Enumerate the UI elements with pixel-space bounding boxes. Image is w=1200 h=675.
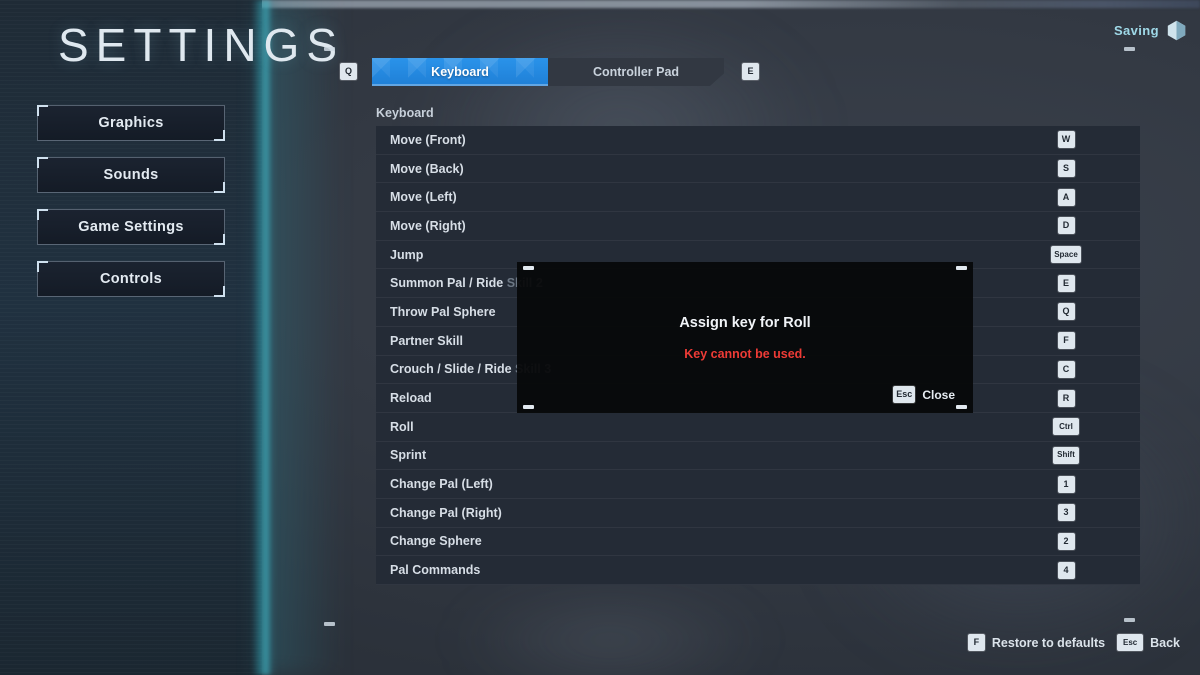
sidebar-item-label: Sounds bbox=[103, 167, 159, 183]
modal-error-message: Key cannot be used. bbox=[684, 347, 806, 361]
footer-actions: F Restore to defaults Esc Back bbox=[967, 634, 1180, 651]
table-row[interactable]: Change Sphere 2 bbox=[376, 527, 1140, 557]
binding-key-cell[interactable]: D bbox=[992, 217, 1140, 235]
binding-key-cell[interactable]: A bbox=[992, 188, 1140, 206]
binding-action-label: Move (Left) bbox=[390, 190, 457, 205]
sidebar-item-label: Graphics bbox=[98, 115, 164, 131]
sidebar-item-graphics[interactable]: Graphics bbox=[37, 105, 225, 141]
binding-key-cell[interactable]: 4 bbox=[992, 561, 1140, 579]
binding-action-label: Pal Commands bbox=[390, 563, 481, 578]
binding-action-label: Change Pal (Left) bbox=[390, 477, 493, 492]
sidebar-item-game-settings[interactable]: Game Settings bbox=[37, 209, 225, 245]
sidebar-item-label: Game Settings bbox=[78, 219, 184, 235]
binding-keycap: R bbox=[1057, 389, 1075, 407]
binding-keycap: F bbox=[1057, 332, 1075, 350]
binding-keycap: Ctrl bbox=[1053, 418, 1079, 436]
table-row[interactable]: Move (Back) S bbox=[376, 154, 1140, 184]
modal-corner-dash-bottom-left bbox=[523, 405, 534, 409]
binding-key-cell[interactable]: 1 bbox=[992, 475, 1140, 493]
binding-keycap: 3 bbox=[1057, 504, 1075, 522]
binding-action-label: Move (Back) bbox=[390, 161, 464, 176]
modal-corner-dash-top-right bbox=[956, 266, 967, 270]
binding-action-label: Roll bbox=[390, 419, 414, 434]
restore-to-defaults-button[interactable]: F Restore to defaults bbox=[967, 634, 1106, 651]
sidebar-item-label: Controls bbox=[99, 271, 162, 287]
binding-keycap: 2 bbox=[1057, 532, 1075, 550]
bindings-section-label: Keyboard bbox=[376, 106, 434, 120]
restore-key-hint: F bbox=[967, 634, 985, 651]
tab-controller-pad[interactable]: Controller Pad bbox=[548, 58, 724, 86]
tab-label: Keyboard bbox=[431, 65, 489, 79]
sidebar-item-controls[interactable]: Controls bbox=[37, 261, 225, 297]
binding-keycap: A bbox=[1057, 188, 1075, 206]
binding-key-cell[interactable]: Q bbox=[992, 303, 1140, 321]
modal-corner-dash-bottom-right bbox=[956, 405, 967, 409]
table-row[interactable]: Pal Commands 4 bbox=[376, 556, 1140, 585]
binding-keycap: Q bbox=[1057, 303, 1075, 321]
tab-keyboard[interactable]: Keyboard bbox=[372, 58, 548, 86]
table-row[interactable]: Change Pal (Right) 3 bbox=[376, 498, 1140, 528]
binding-action-label: Change Pal (Right) bbox=[390, 505, 502, 520]
modal-corner-dash-top-left bbox=[523, 266, 534, 270]
binding-key-cell[interactable]: 2 bbox=[992, 532, 1140, 550]
binding-key-cell[interactable]: 3 bbox=[992, 504, 1140, 522]
binding-keycap: Space bbox=[1051, 246, 1081, 264]
saving-indicator: Saving bbox=[1114, 20, 1186, 41]
binding-key-cell[interactable]: W bbox=[992, 131, 1140, 149]
binding-keycap: 1 bbox=[1057, 475, 1075, 493]
sidebar-item-sounds[interactable]: Sounds bbox=[37, 157, 225, 193]
tab-prev-key-hint: Q bbox=[340, 63, 357, 80]
table-row[interactable]: Sprint Shift bbox=[376, 441, 1140, 471]
panel-corner-dash-bottom-right bbox=[1124, 618, 1135, 622]
table-row[interactable]: Move (Right) D bbox=[376, 212, 1140, 241]
binding-action-label: Move (Right) bbox=[390, 218, 466, 233]
binding-action-label: Change Sphere bbox=[390, 534, 482, 549]
tab-next-key-hint: E bbox=[742, 63, 759, 80]
panel-corner-dash-top-right bbox=[1124, 47, 1135, 51]
hexagon-spinner-icon bbox=[1167, 20, 1186, 41]
saving-label: Saving bbox=[1113, 23, 1159, 38]
binding-key-cell[interactable]: Ctrl bbox=[992, 418, 1140, 436]
binding-action-label: Move (Front) bbox=[390, 132, 466, 147]
panel-corner-dash-bottom-left bbox=[324, 622, 335, 626]
tab-bar: Q Keyboard Controller Pad E bbox=[340, 58, 770, 86]
modal-close-button[interactable]: Esc Close bbox=[893, 386, 955, 403]
binding-key-cell[interactable]: Space bbox=[992, 246, 1140, 264]
binding-key-cell[interactable]: Shift bbox=[992, 446, 1140, 464]
table-row[interactable]: Move (Left) A bbox=[376, 183, 1140, 213]
page-title: SETTINGS bbox=[58, 19, 345, 71]
assign-key-modal: Assign key for Roll Key cannot be used. … bbox=[517, 262, 973, 413]
restore-to-defaults-label: Restore to defaults bbox=[991, 635, 1106, 650]
back-button[interactable]: Esc Back bbox=[1117, 634, 1180, 651]
settings-category-sidebar: Graphics Sounds Game Settings Controls bbox=[37, 105, 225, 313]
binding-keycap: C bbox=[1057, 360, 1075, 378]
back-key-hint: Esc bbox=[1117, 634, 1144, 651]
tab-list: Keyboard Controller Pad bbox=[372, 58, 724, 86]
binding-key-cell[interactable]: R bbox=[992, 389, 1140, 407]
binding-key-cell[interactable]: E bbox=[992, 274, 1140, 292]
binding-keycap: S bbox=[1057, 160, 1075, 178]
binding-keycap: D bbox=[1057, 217, 1075, 235]
binding-keycap: W bbox=[1057, 131, 1075, 149]
table-row[interactable]: Change Pal (Left) 1 bbox=[376, 470, 1140, 499]
binding-key-cell[interactable]: F bbox=[992, 332, 1140, 350]
back-label: Back bbox=[1150, 635, 1180, 650]
modal-close-label: Close bbox=[922, 387, 955, 402]
table-row[interactable]: Roll Ctrl bbox=[376, 412, 1140, 442]
binding-keycap: Shift bbox=[1053, 446, 1079, 464]
binding-action-label: Sprint bbox=[390, 448, 427, 463]
binding-key-cell[interactable]: C bbox=[992, 360, 1140, 378]
binding-action-label: Jump bbox=[390, 247, 424, 262]
binding-key-cell[interactable]: S bbox=[992, 160, 1140, 178]
modal-close-key-hint: Esc bbox=[893, 386, 916, 403]
binding-keycap: 4 bbox=[1057, 561, 1075, 579]
table-row[interactable]: Move (Front) W bbox=[376, 126, 1140, 155]
binding-keycap: E bbox=[1057, 274, 1075, 292]
tab-label: Controller Pad bbox=[592, 65, 680, 79]
panel-corner-dash-top-left bbox=[324, 47, 335, 51]
modal-title: Assign key for Roll bbox=[679, 315, 811, 331]
